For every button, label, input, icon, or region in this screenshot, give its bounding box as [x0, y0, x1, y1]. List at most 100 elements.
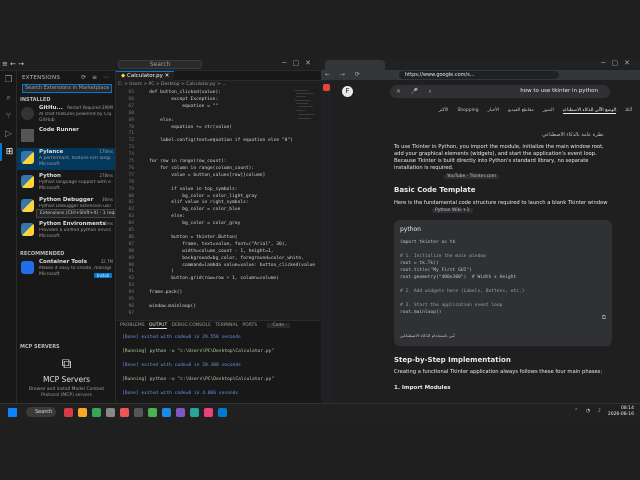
code-line[interactable]: if value in top_symbols: — [138, 187, 237, 192]
code-line[interactable]: def button_clicked(value): — [138, 90, 221, 95]
extension-item[interactable]: Python Environments 2ms Provides a unifi… — [17, 220, 115, 242]
extension-item[interactable]: Code Runner — [17, 126, 115, 148]
code-line[interactable]: else: — [138, 214, 185, 219]
tab-calculator[interactable]: ◆ Calculator.py ✕ — [116, 71, 175, 81]
app-icon[interactable] — [64, 408, 73, 417]
code-line[interactable]: bg_color = color_blue — [138, 207, 240, 212]
code-line[interactable]: value = button_values[row][column] — [138, 173, 265, 178]
code-line[interactable]: ) — [138, 269, 174, 274]
code-line[interactable]: except Exception: — [138, 97, 218, 102]
search-icon[interactable]: ⌕ — [0, 89, 17, 107]
line-number: 72 — [128, 138, 134, 144]
extension-name: Code Runner — [39, 127, 79, 133]
app-icon[interactable] — [204, 408, 213, 417]
extension-search-input[interactable]: Search Extensions in Marketplace — [22, 84, 112, 93]
steam-icon[interactable] — [134, 408, 143, 417]
mcp-section-header[interactable]: MCP SERVERS — [20, 344, 60, 350]
copy-icon[interactable]: ⧉ — [602, 314, 606, 322]
tab-problems[interactable]: PROBLEMS — [120, 323, 145, 328]
search-tab[interactable]: الوضع الآلي للذكاء الاصطناعي — [562, 108, 617, 114]
command-search[interactable]: Search — [118, 60, 202, 69]
extensions-icon[interactable]: ⊞ — [0, 143, 17, 161]
tab-output[interactable]: OUTPUT — [148, 323, 168, 329]
app-icon[interactable] — [190, 408, 199, 417]
tab-ports[interactable]: PORTS — [242, 323, 257, 328]
tab-terminal[interactable]: TERMINAL — [215, 323, 238, 328]
code-line[interactable]: button.grid(row=row + 1, column=column) — [138, 276, 279, 281]
code-editor[interactable]: 65 def button_clicked(value): 66 except E… — [116, 88, 321, 320]
window-controls[interactable]: ─▢✕ — [601, 59, 636, 67]
chrome-icon[interactable] — [92, 408, 101, 417]
browser-tab[interactable] — [325, 60, 385, 70]
ai-overview-intro: To use Tkinter in Python, you import the… — [394, 144, 614, 172]
code-line[interactable]: bg_color = color_gray — [138, 221, 240, 226]
output-channel-select[interactable]: Code — [266, 323, 291, 328]
extension-item[interactable]: GitHu... Restart Required 390M AI chat f… — [17, 104, 115, 126]
output-line: [Done] exited with code=0 in 4.066 secon… — [122, 391, 239, 396]
run-icon[interactable]: ▷ — [0, 125, 17, 143]
nav-icons[interactable]: ← → ⟳ — [325, 71, 364, 78]
source-chip[interactable]: YouTube · Tkinter.com — [444, 174, 500, 179]
code-line[interactable]: equation = "" — [138, 104, 218, 109]
menu-icons[interactable]: ≡ ← → — [2, 60, 24, 68]
extension-item[interactable]: Python 278ms Python language support wit… — [17, 172, 115, 194]
install-button[interactable]: Install — [93, 273, 112, 278]
line-number: 81 — [128, 200, 134, 206]
code-line[interactable]: elif value in right_symbols: — [138, 200, 248, 205]
minimap[interactable] — [294, 88, 316, 148]
code-line[interactable]: frame.pack() — [138, 290, 182, 295]
search-tab[interactable]: Shopping — [457, 108, 478, 113]
sidebar-actions[interactable]: ⟳ ≡ ⋯ — [81, 74, 111, 81]
extension-item[interactable]: Pylance 170ms A performant, feature-rich… — [17, 148, 115, 170]
mcp-servers-panel: ⧉ MCP Servers Browse and install Model C… — [17, 353, 115, 404]
panel-tabs[interactable]: PROBLEMS OUTPUT DEBUG CONSOLE TERMINAL P… — [120, 323, 291, 329]
installed-section-header[interactable]: INSTALLED — [20, 97, 50, 103]
search-tab[interactable]: الأكثر — [439, 108, 449, 113]
extension-icon[interactable] — [323, 84, 330, 91]
extension-desc: Provides a unified python environm... — [39, 228, 111, 233]
google-search-box[interactable]: ✕ 🎤 ⌕ how to use tkinter in python — [390, 85, 610, 98]
search-tools-icons[interactable]: ✕ 🎤 ⌕ — [396, 88, 436, 96]
app-icon[interactable] — [120, 408, 129, 417]
code-line[interactable]: for row in range(row_count): — [138, 159, 226, 164]
app-icon[interactable] — [148, 408, 157, 417]
code-line[interactable]: background=bg_color, foreground=color_wh… — [138, 256, 304, 261]
file-explorer-icon[interactable] — [78, 408, 87, 417]
code-line[interactable]: equation += str(value) — [138, 125, 232, 130]
code-line[interactable]: command=lambda value=value: button_click… — [138, 263, 315, 268]
source-chip[interactable]: Python Wiki +1 — [432, 208, 473, 213]
extension-desc: A performant, feature-rich language s... — [39, 156, 111, 161]
tray-icons[interactable]: ⌃ ◔ ♪ — [574, 408, 604, 414]
avatar[interactable]: F — [342, 86, 353, 97]
recommended-section-header[interactable]: RECOMMENDED — [20, 251, 64, 257]
search-tab[interactable]: مقاطع الفيديو — [508, 108, 534, 113]
search-tab[interactable]: الأخبار — [488, 108, 500, 113]
files-icon[interactable]: ❐ — [0, 71, 17, 89]
breadcrumb[interactable]: C: > Users > PC > Desktop > Calculator.p… — [118, 82, 227, 87]
app-icon[interactable] — [176, 408, 185, 417]
app-icon[interactable] — [106, 408, 115, 417]
tab-debug-console[interactable]: DEBUG CONSOLE — [172, 323, 211, 328]
start-icon[interactable] — [8, 408, 17, 417]
window-controls[interactable]: ─▢✕ — [282, 59, 317, 67]
taskbar-search[interactable]: Search — [26, 407, 56, 417]
code-line: # 2. Add widgets here (Labels, Buttons, … — [400, 289, 525, 294]
code-line[interactable]: else: — [138, 118, 174, 123]
extension-item[interactable]: Container Tools 32.7M Makes it easy to c… — [17, 258, 115, 286]
source-control-icon[interactable]: ⑂ — [0, 107, 17, 125]
clock[interactable]: 08:14 2026-08-16 — [608, 406, 634, 418]
code-line[interactable]: width=column_count - 1, height=1, — [138, 249, 273, 254]
code-line[interactable]: frame, text=value, font=("Arial", 30), — [138, 242, 287, 247]
code-line[interactable]: for column in range(column_count): — [138, 166, 254, 171]
mcp-desc: Browse and install Model Context Protoco… — [28, 387, 105, 398]
line-number: 76 — [128, 165, 134, 171]
code-line[interactable]: window.mainloop() — [138, 304, 196, 309]
app-icon[interactable] — [162, 408, 171, 417]
vscode-icon[interactable] — [218, 408, 227, 417]
code-line[interactable]: label.config(text=equation if equation e… — [138, 138, 293, 143]
code-line[interactable]: button = tkinter.Button( — [138, 235, 237, 240]
search-tab[interactable]: ألكل — [625, 108, 632, 113]
search-tab[interactable]: الصور — [543, 108, 554, 113]
address-bar[interactable]: https://www.google.com/s... — [399, 71, 559, 79]
code-line[interactable]: bg_color = color_light_gray — [138, 194, 257, 199]
